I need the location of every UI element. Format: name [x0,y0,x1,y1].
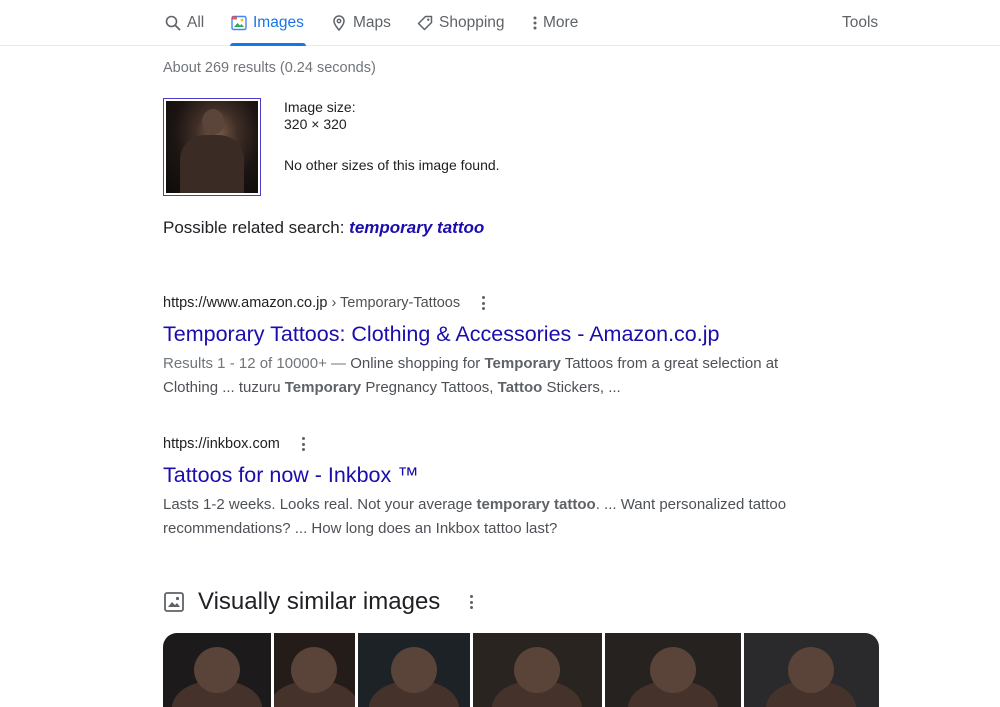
tab-label: More [543,14,579,31]
tab-label: All [187,14,205,31]
result-snippet: Lasts 1-2 weeks. Looks real. Not your av… [163,496,787,537]
result-url[interactable]: https://www.amazon.co.jp › Temporary-Tat… [163,293,823,313]
tools-button[interactable]: Tools [842,0,878,46]
image-icon [230,14,248,32]
query-image-thumbnail[interactable] [163,98,261,196]
related-search: Possible related search: temporary tatto… [163,218,484,238]
tab-maps[interactable]: Maps [330,0,391,46]
similar-image[interactable] [358,633,470,707]
result-stats: About 269 results (0.24 seconds) [163,60,376,76]
tab-all[interactable]: All [164,0,204,46]
result-title-link[interactable]: Temporary Tattoos: Clothing & Accessorie… [163,320,823,348]
result-snippet: Results 1 - 12 of 10000+ — Online shoppi… [163,355,779,396]
no-other-sizes-text: No other sizes of this image found. [284,157,500,173]
result-domain: https://www.amazon.co.jp [163,295,328,311]
related-search-prefix: Possible related search: [163,218,345,237]
image-size-value: 320 × 320 [284,116,347,132]
result-url[interactable]: https://inkbox.com [163,434,823,454]
similar-image[interactable] [472,633,603,707]
image-size-info: Image size: 320 × 320 [284,99,356,133]
search-icon [164,14,182,32]
image-size-label: Image size: [284,99,356,115]
search-result: https://inkbox.com Tattoos for now - Ink… [163,434,823,541]
tab-shopping[interactable]: Shopping [416,0,505,46]
tab-label: Shopping [439,14,505,31]
query-image [166,101,258,193]
visually-similar-header: Visually similar images [163,586,474,618]
map-pin-icon [330,14,348,32]
search-result: https://www.amazon.co.jp › Temporary-Tat… [163,293,823,400]
tab-more[interactable]: More [530,0,578,46]
result-menu-icon[interactable] [482,296,486,310]
result-breadcrumb: › Temporary-Tattoos [331,295,461,311]
similar-image[interactable] [163,633,271,707]
visually-similar-menu-icon[interactable] [470,595,474,609]
similar-images-strip [163,633,879,707]
search-tabs: All Images Maps Shopping More Tools [0,0,1000,46]
tag-icon [416,14,434,32]
result-title-link[interactable]: Tattoos for now - Inkbox ™ [163,461,823,489]
similar-image[interactable] [273,633,356,707]
kebab-icon [530,14,540,32]
similar-image[interactable] [743,633,879,707]
result-menu-icon[interactable] [301,437,306,451]
image-icon [163,591,185,613]
similar-image[interactable] [605,633,741,707]
related-search-link[interactable]: temporary tattoo [349,218,484,237]
result-domain: https://inkbox.com [163,436,280,452]
tab-label: Maps [353,14,391,31]
tab-images[interactable]: Images [230,0,306,46]
visually-similar-title: Visually similar images [198,588,441,615]
tab-label: Images [253,14,304,31]
